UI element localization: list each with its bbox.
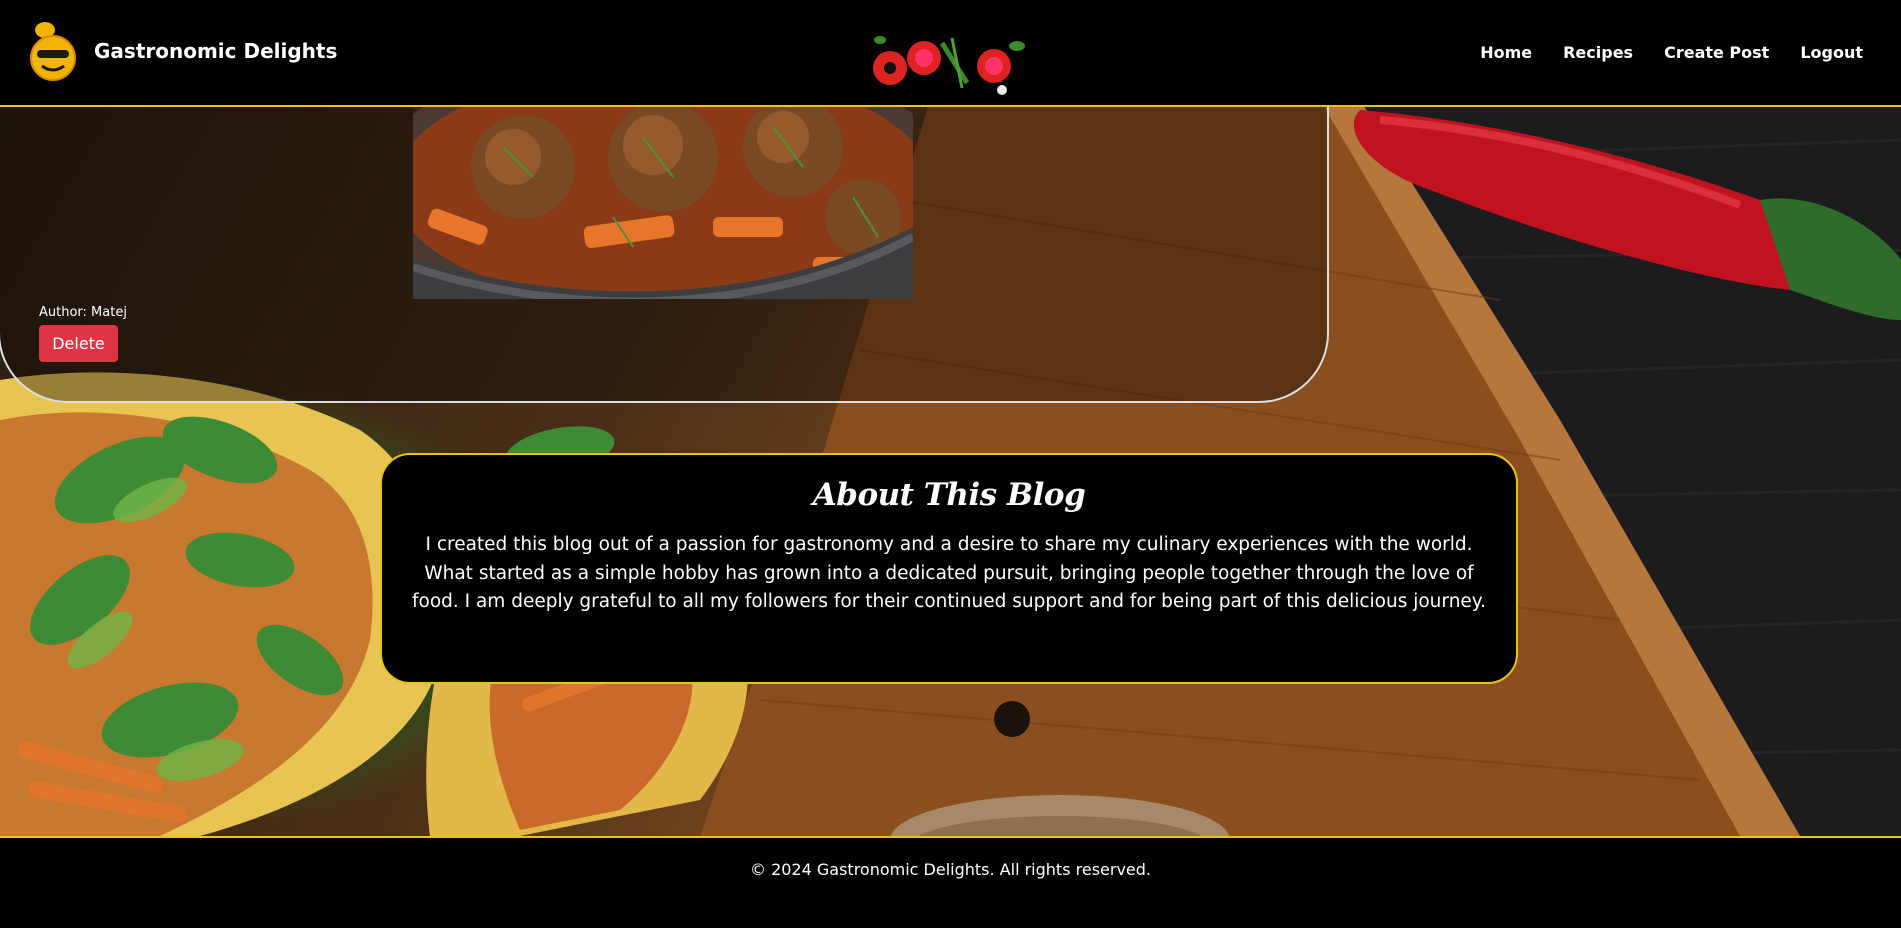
- brand[interactable]: Gastronomic Delights: [28, 20, 337, 82]
- vegetables-banner-icon: [873, 36, 1025, 95]
- post-author: Author: Matej: [39, 305, 127, 320]
- about-section: About This Blog I created this blog out …: [380, 453, 1518, 684]
- meatball-dish-image: [413, 107, 913, 299]
- main-nav: Home Recipes Create Post Logout: [1480, 43, 1863, 62]
- nav-home[interactable]: Home: [1480, 43, 1532, 62]
- delete-post-button[interactable]: Delete: [39, 325, 118, 362]
- site-header: Gastronomic Delights Home Recipes Create…: [0, 0, 1901, 107]
- nav-recipes[interactable]: Recipes: [1563, 43, 1633, 62]
- footer-copyright: © 2024 Gastronomic Delights. All rights …: [749, 860, 1151, 879]
- chef-emoji-logo-icon: [30, 22, 76, 81]
- post-image: [413, 107, 913, 299]
- about-title: About This Blog: [812, 477, 1086, 513]
- site-footer: © 2024 Gastronomic Delights. All rights …: [0, 836, 1901, 928]
- nav-logout[interactable]: Logout: [1800, 43, 1863, 62]
- nav-create-post[interactable]: Create Post: [1664, 43, 1769, 62]
- about-text: I created this blog out of a passion for…: [411, 534, 1486, 612]
- brand-name: Gastronomic Delights: [94, 39, 338, 63]
